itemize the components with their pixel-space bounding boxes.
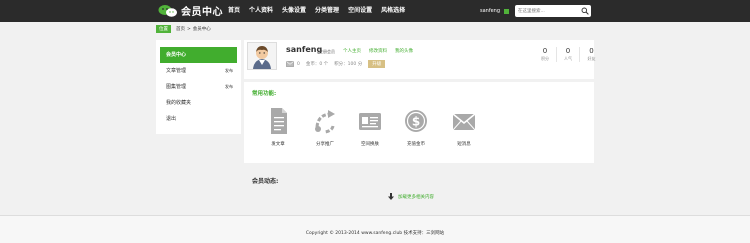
location-badge: 位置 xyxy=(156,25,171,33)
publish-article-link[interactable]: 发布 xyxy=(225,64,233,78)
stat-label: 人气 xyxy=(564,56,572,61)
sidebar-item-label: 图集管理 xyxy=(166,84,187,90)
coin-icon: $ xyxy=(405,110,427,132)
func-label: 发文章 xyxy=(271,142,285,147)
sidebar: 会员中心 文章管理 发布 图集管理 发布 我的收藏夹 退出 xyxy=(156,40,241,134)
document-icon xyxy=(271,108,287,134)
common-functions-panel: 常用功能: 发文章 分享推广 空间换肤 $ 充值金币 短消息 xyxy=(244,82,594,163)
copyright-text: Copyright © 2013-2014 www.sanfeng.club 技… xyxy=(305,231,445,236)
my-avatar-link[interactable]: 我的头像 xyxy=(395,48,413,54)
sidebar-item-label: 退出 xyxy=(166,116,177,122)
message-count[interactable]: 0 xyxy=(297,62,300,67)
func-label: 空间换肤 xyxy=(361,142,379,147)
nav-avatar-settings[interactable]: 头像设置 xyxy=(282,0,306,22)
func-label: 充值金币 xyxy=(407,142,425,147)
nav-home[interactable]: 首页 xyxy=(228,0,240,22)
load-more-link[interactable]: 加载更多相关内容 xyxy=(388,193,434,200)
main-nav: 首页 个人资料 头像设置 分类管理 空间设置 风格选择 xyxy=(228,0,414,22)
stat-score: 0 积分 xyxy=(534,47,557,62)
share-icon xyxy=(315,110,335,134)
breadcrumb-separator: > xyxy=(187,26,191,32)
search-input[interactable] xyxy=(518,5,580,17)
sidebar-item-favorites[interactable]: 我的收藏夹 xyxy=(160,96,237,110)
search-icon[interactable] xyxy=(581,7,589,15)
profile-card: sanfeng 注册会员 个人主页 修改资料 我的头像 0 金币：0 个 积分：… xyxy=(244,40,596,79)
functions-title: 常用功能: xyxy=(252,91,277,97)
wechat-logo-icon xyxy=(158,4,177,17)
svg-text:$: $ xyxy=(412,115,420,129)
stat-value: 0 xyxy=(542,47,548,55)
member-activity-title: 会员动态: xyxy=(252,178,279,185)
sidebar-item-label: 我的收藏夹 xyxy=(166,100,192,106)
func-post-article[interactable]: 发文章 xyxy=(256,107,300,147)
user-avatar-icon xyxy=(248,43,276,69)
breadcrumb: 位置 首页 > 会员中心 xyxy=(156,25,211,33)
user-menu[interactable]: sanfeng xyxy=(480,0,510,22)
profile-links: 个人主页 修改资料 我的头像 xyxy=(343,48,421,54)
search-box xyxy=(515,5,591,17)
sidebar-item-logout[interactable]: 退出 xyxy=(160,112,237,126)
func-share[interactable]: 分享推广 xyxy=(303,107,347,147)
nav-space-settings[interactable]: 空间设置 xyxy=(348,0,372,22)
homepage-link[interactable]: 个人主页 xyxy=(343,48,361,54)
envelope-icon xyxy=(452,113,476,131)
func-label: 短消息 xyxy=(457,142,471,147)
nav-style-select[interactable]: 风格选择 xyxy=(381,0,405,22)
nav-profile[interactable]: 个人资料 xyxy=(249,0,273,22)
func-messages[interactable]: 短消息 xyxy=(442,107,486,147)
nav-category-management[interactable]: 分类管理 xyxy=(315,0,339,22)
stat-value: 0 xyxy=(565,47,571,55)
profile-meta: 0 金币：0 个 积分：100 分 升级 xyxy=(286,60,391,68)
logo[interactable]: 会员中心 xyxy=(158,3,223,18)
member-group: 注册会员 xyxy=(319,49,335,54)
stat-label: 好友 xyxy=(587,56,596,61)
message-icon[interactable] xyxy=(286,61,294,67)
coin-count: 金币：0 个 xyxy=(305,62,329,67)
func-recharge[interactable]: $ 充值金币 xyxy=(394,107,438,147)
avatar[interactable] xyxy=(247,42,277,70)
footer: Copyright © 2013-2014 www.sanfeng.club 技… xyxy=(0,216,750,243)
top-navbar: 会员中心 首页 个人资料 头像设置 分类管理 空间设置 风格选择 sanfeng xyxy=(0,0,750,22)
sidebar-item-label: 会员中心 xyxy=(166,52,187,58)
sidebar-item-member-center[interactable]: 会员中心 xyxy=(160,47,237,63)
stat-value: 0 xyxy=(589,47,594,55)
edit-profile-link[interactable]: 修改资料 xyxy=(369,48,387,54)
sidebar-item-articles[interactable]: 文章管理 发布 xyxy=(160,64,237,78)
logo-text: 会员中心 xyxy=(181,7,223,18)
username[interactable]: sanfeng xyxy=(480,8,500,14)
publish-gallery-link[interactable]: 发布 xyxy=(225,80,233,94)
load-more-label: 加载更多相关内容 xyxy=(398,194,434,200)
breadcrumb-home[interactable]: 首页 xyxy=(176,26,185,32)
func-label: 分享推广 xyxy=(316,142,334,147)
breadcrumb-current: 会员中心 xyxy=(192,27,211,32)
stat-label: 积分 xyxy=(541,56,549,61)
id-card-icon xyxy=(359,113,381,130)
func-space-skin[interactable]: 空间换肤 xyxy=(348,107,392,147)
arrow-down-icon xyxy=(388,193,394,200)
score-count: 积分：100 分 xyxy=(334,62,363,67)
stat-friends: 0 好友 xyxy=(580,47,603,62)
profile-username: sanfeng xyxy=(286,45,323,54)
sidebar-item-galleries[interactable]: 图集管理 发布 xyxy=(160,80,237,94)
online-status-icon xyxy=(504,8,510,14)
sidebar-item-label: 文章管理 xyxy=(166,68,187,74)
stat-popularity: 0 人气 xyxy=(557,47,580,62)
upgrade-button[interactable]: 升级 xyxy=(368,60,386,68)
profile-stats: 0 积分 0 人气 0 好友 xyxy=(534,47,603,62)
